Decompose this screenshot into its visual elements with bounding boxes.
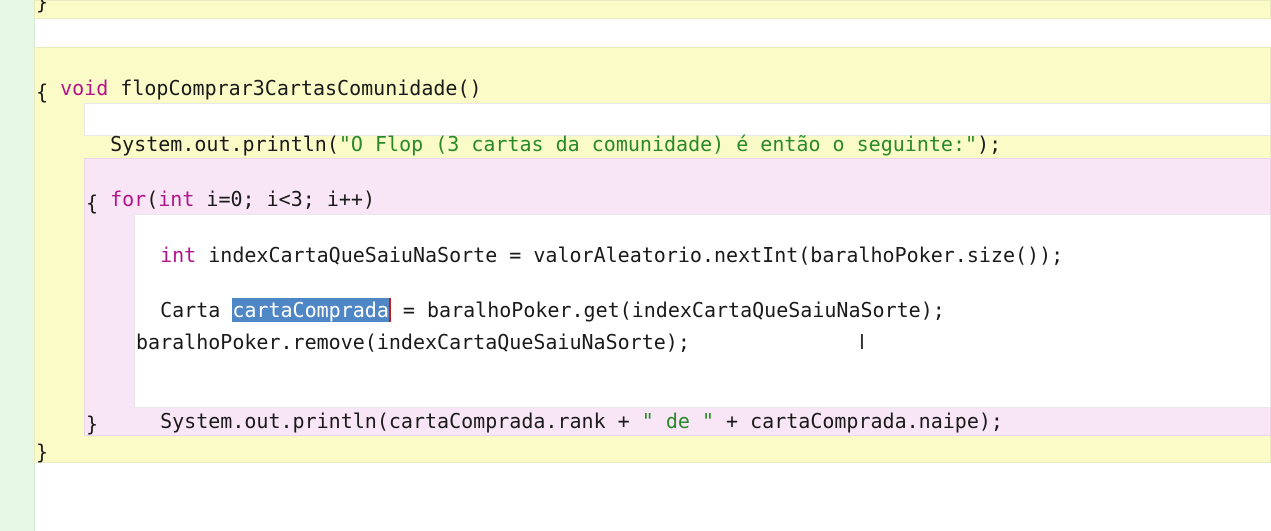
selected-text[interactable]: cartaComprada — [232, 298, 391, 322]
print2-string: " de " — [641, 409, 714, 433]
print2-prefix: System.out.println(cartaComprada.rank + — [160, 409, 642, 433]
index-declaration-rest: indexCartaQueSaiuNaSorte = valorAleatori… — [196, 243, 1064, 267]
for-keyword: for — [110, 187, 147, 211]
method-signature: flopComprar3CartasComunidade() — [108, 76, 482, 100]
print1-suffix: ); — [977, 132, 1002, 156]
int-keyword: int — [160, 243, 197, 267]
print1-string: "O Flop (3 cartas da comunidade) é então… — [338, 132, 978, 156]
print1-line[interactable]: System.out.println("O Flop (3 cartas da … — [86, 108, 1001, 156]
carta-declaration-line[interactable]: Carta cartaComprada = baralhoPoker.get(i… — [136, 274, 945, 322]
carta-type: Carta — [160, 298, 233, 322]
method-declaration-line[interactable]: void flopComprar3CartasComunidade() — [36, 52, 481, 100]
method-open-brace[interactable]: { — [36, 80, 48, 104]
previous-method-block — [34, 0, 1271, 19]
print2-line[interactable]: System.out.println(cartaComprada.rank + … — [136, 385, 1003, 433]
for-close-brace[interactable]: } — [86, 412, 98, 436]
print2-suffix: + cartaComprada.naipe); — [713, 409, 1003, 433]
for-paren: ( — [146, 187, 159, 211]
int-keyword: int — [158, 187, 195, 211]
previous-closing-brace[interactable]: } — [36, 0, 48, 14]
remove-line[interactable]: baralhoPoker.remove(indexCartaQueSaiuNaS… — [136, 330, 690, 354]
for-open-brace[interactable]: { — [86, 191, 98, 215]
print1-prefix: System.out.println( — [110, 132, 339, 156]
method-close-brace[interactable]: } — [36, 440, 48, 464]
for-header-rest: i=0; i<3; i++) — [194, 187, 376, 211]
for-header-line[interactable]: for(int i=0; i<3; i++) — [86, 163, 375, 211]
index-declaration-line[interactable]: int indexCartaQueSaiuNaSorte = valorAlea… — [136, 219, 1063, 267]
carta-declaration-rest: = baralhoPoker.get(indexCartaQueSaiuNaSo… — [390, 298, 945, 322]
editor-gutter — [0, 0, 35, 531]
void-keyword: void — [60, 76, 109, 100]
text-cursor-icon: I — [859, 330, 865, 354]
